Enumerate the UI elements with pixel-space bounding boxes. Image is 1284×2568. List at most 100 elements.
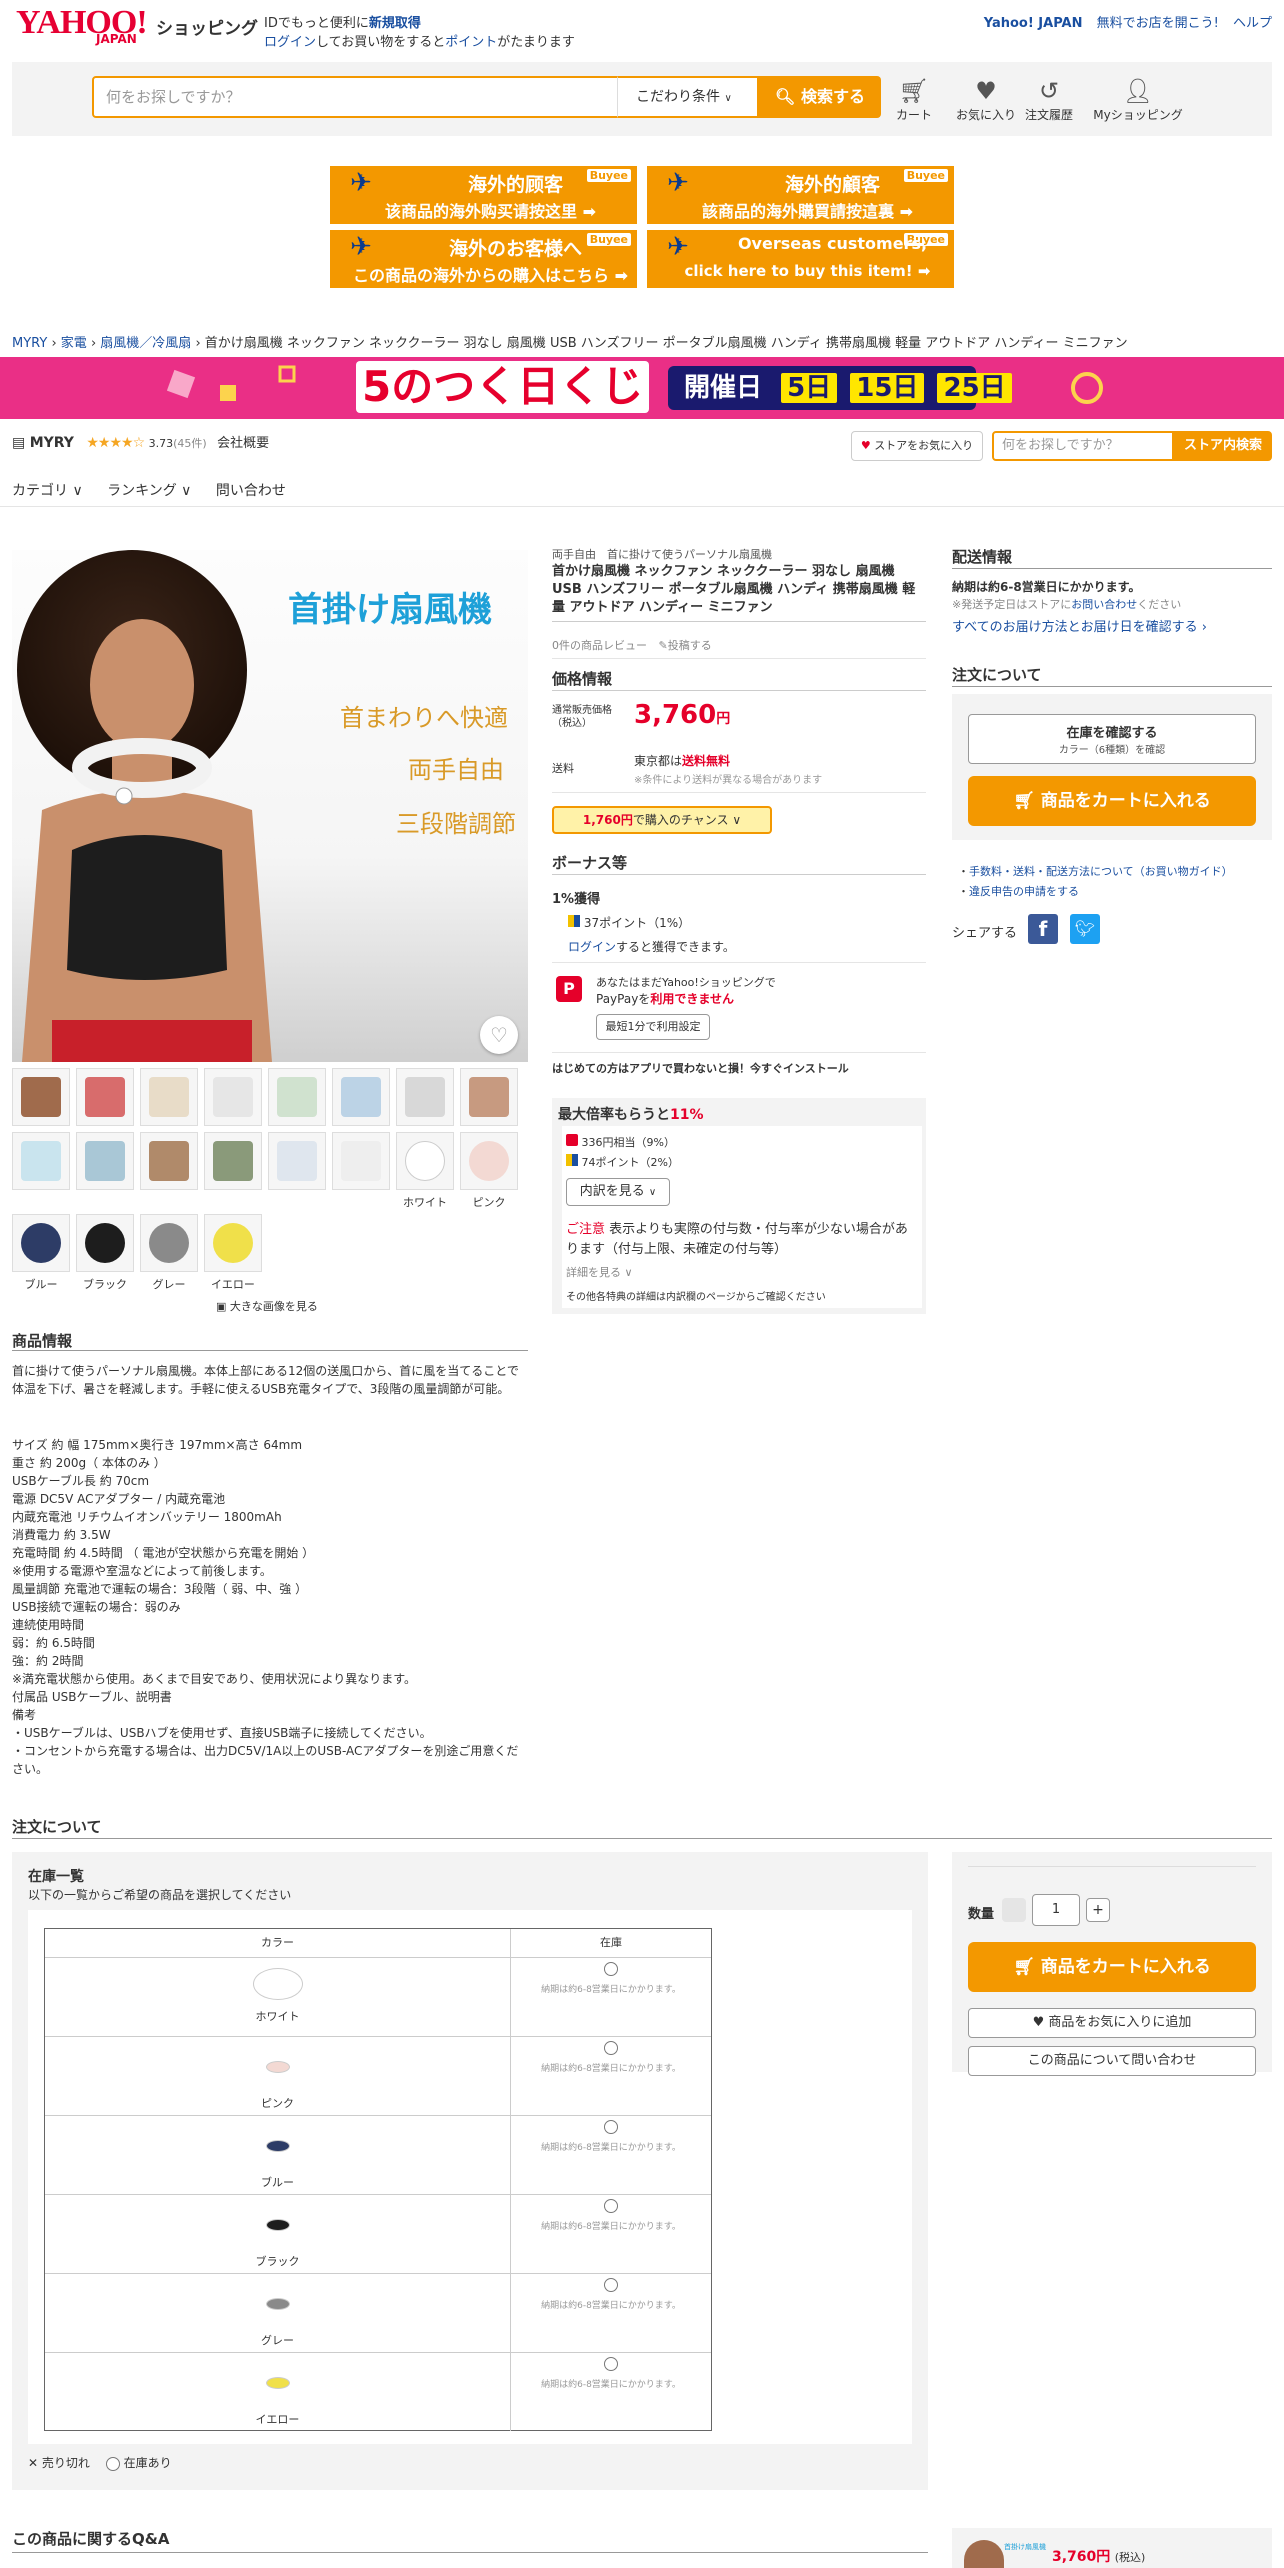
search-button[interactable]: 🔍︎ 検索する (759, 76, 881, 118)
paypay-line-1: あなたはまだYahoo!ショッピングで (596, 976, 776, 989)
variant-thumb-pink[interactable] (460, 1132, 518, 1190)
buyee-banner-4[interactable]: ✈ Buyee Overseas customers, click here to… (647, 230, 954, 288)
stock-row: ホワイト 納期は約6-8営業日にかかります。 (45, 1957, 711, 2036)
inquire-button[interactable]: この商品について問い合わせ (968, 2046, 1256, 2076)
thumbnail[interactable] (12, 1068, 70, 1126)
review-count-link[interactable]: 0件の商品レビュー (552, 639, 647, 652)
store-name[interactable]: MYRY (30, 435, 74, 451)
delivery-contact-link[interactable]: お問い合わせ (1071, 598, 1137, 611)
divider (552, 1052, 926, 1053)
variant-image (265, 2298, 290, 2310)
thumbnail[interactable] (12, 1132, 70, 1190)
store-search-button[interactable]: ストア内検索 (1174, 431, 1272, 461)
spec-line: 備考 (12, 1708, 37, 1722)
variant-thumb-gray[interactable] (140, 1214, 198, 1272)
report-link[interactable]: 違反申告の申請をする (969, 885, 1079, 898)
thumbnail[interactable] (268, 1068, 326, 1126)
airplane-icon: ✈ (350, 232, 372, 262)
yahoo-japan-link[interactable]: Yahoo! JAPAN (984, 16, 1083, 31)
max-pct: 11% (670, 1107, 704, 1123)
favorite-heart-icon[interactable]: ♡ (480, 1016, 518, 1054)
app-notice-link[interactable]: はじめての方はアプリで買わないと損！今すぐインストール (552, 1060, 926, 1076)
search-input[interactable]: 何をお探しですか？ (92, 76, 619, 118)
store-nav-contact[interactable]: 問い合わせ (216, 483, 286, 499)
breadcrumb-item[interactable]: 家電 (61, 336, 87, 351)
thumbnail[interactable] (460, 1068, 518, 1126)
order-history-nav[interactable]: ↺ 注文履歴 (1014, 76, 1084, 123)
signup-link[interactable]: 新規取得 (369, 16, 421, 31)
details-link[interactable]: 詳細を見る ∨ (566, 1264, 633, 1280)
stock-note: 納期は約6-8営業日にかかります。 (541, 2064, 681, 2074)
favorites-nav[interactable]: ♥ お気に入り (951, 76, 1021, 123)
twitter-icon[interactable]: 🐦︎ (1070, 914, 1100, 944)
post-review-link[interactable]: 投稿する (668, 639, 712, 652)
stock-radio[interactable] (604, 2278, 618, 2292)
variant-thumb-black[interactable] (76, 1214, 134, 1272)
paypay-setup-button[interactable]: 最短1分で利用設定 (596, 1014, 710, 1040)
thumbnail[interactable] (204, 1068, 262, 1126)
thumbnail[interactable] (140, 1132, 198, 1190)
thumbnail[interactable] (76, 1132, 134, 1190)
store-nav-category[interactable]: カテゴリ ∨ (12, 483, 83, 499)
company-overview-link[interactable]: 会社概要 (217, 436, 269, 451)
stock-radio[interactable] (604, 2041, 618, 2055)
search-condition-select[interactable]: こだわり条件 ∨ (617, 76, 759, 118)
large-image-link[interactable]: ▣ 大きな画像を見る (216, 1298, 318, 1314)
store-nav-ranking[interactable]: ランキング ∨ (107, 483, 191, 499)
search-button-label: 検索する (800, 87, 865, 106)
order-section-heading: 注文について (12, 1818, 102, 1836)
breakdown-button[interactable]: 内訳を見る ∨ (566, 1178, 670, 1206)
login-link[interactable]: ログイン (264, 35, 316, 50)
stock-radio[interactable] (604, 1962, 618, 1976)
header-msg-text: IDでもっと便利に (264, 16, 369, 31)
help-link[interactable]: ヘルプ (1233, 16, 1272, 31)
kuji-banner[interactable]: 5のつく日くじ 開催日 5日 15日 25日 (0, 357, 1284, 419)
chance-button[interactable]: 1,760円で購入のチャンス ∨ (552, 806, 772, 834)
thumbnail[interactable] (332, 1132, 390, 1190)
check-stock-button[interactable]: 在庫を確認する カラー（6種類）を確認 (968, 714, 1256, 764)
thumbnail[interactable] (204, 1132, 262, 1190)
main-product-image[interactable]: 首掛け扇風機 首まわりへ快適 両手自由 三段階調節 ♡ (12, 550, 528, 1062)
qty-plus-button[interactable]: + (1086, 1898, 1110, 1922)
spec-line: ※満充電状態から使用。あくまで目安であり、使用状況により異なります。 (12, 1672, 417, 1686)
thumbnail[interactable] (268, 1132, 326, 1190)
variant-thumb-blue[interactable] (12, 1214, 70, 1272)
store-favorite-button[interactable]: ♥ ストアをお気に入り (851, 431, 983, 461)
stock-radio[interactable] (604, 2120, 618, 2134)
buyee-banner-1[interactable]: ✈ Buyee 海外的顾客 该商品的海外购买请按这里 ➡ (330, 166, 637, 224)
shopping-guide-link[interactable]: 手数料・送料・配送方法について（お買い物ガイド） (969, 865, 1233, 878)
add-favorite-button[interactable]: ♥ 商品をお気に入りに追加 (968, 2008, 1256, 2038)
variant-thumb-white[interactable] (396, 1132, 454, 1190)
pencil-icon: ✎ (658, 639, 668, 652)
buyee-banner-2[interactable]: ✈ Buyee 海外的顧客 該商品的海外購買請按這裏 ➡ (647, 166, 954, 224)
buyee-banner-3[interactable]: ✈ Buyee 海外のお客様へ この商品の海外からの購入はこちら ➡ (330, 230, 637, 288)
store-review-count[interactable]: 45件 (177, 437, 202, 450)
product-specs: サイズ 約 幅 175mm×奥行き 197mm×高さ 64mm 重さ 約 200g… (12, 1436, 528, 1778)
stock-radio[interactable] (604, 2199, 618, 2213)
breadcrumb-item[interactable]: MYRY (12, 336, 47, 351)
points-link[interactable]: ポイント (445, 35, 497, 50)
open-store-link[interactable]: 無料でお店を開こう! (1097, 16, 1219, 31)
cart-nav[interactable]: 🛒︎ カート (879, 76, 949, 123)
add-to-cart-button-2[interactable]: 🛒︎ 商品をカートに入れる (968, 1942, 1256, 1992)
store-search-input[interactable]: 何をお探しですか？ (992, 431, 1174, 461)
add-to-cart-button[interactable]: 🛒︎ 商品をカートに入れる (968, 776, 1256, 826)
shipping-pre: 東京都は (634, 754, 683, 768)
qty-minus-button[interactable] (1002, 1898, 1026, 1922)
qty-input[interactable]: 1 (1032, 1894, 1080, 1926)
stock-table: カラー 在庫 ホワイト 納期は約6-8営業日にかかります。 ピンク 納期は約6-8営業日に… (44, 1928, 712, 2431)
thumbnail[interactable] (140, 1068, 198, 1126)
thumbnail[interactable] (332, 1068, 390, 1126)
airplane-icon: ✈ (350, 168, 372, 198)
thumbnail[interactable] (76, 1068, 134, 1126)
stock-radio[interactable] (604, 2357, 618, 2371)
facebook-icon[interactable]: f (1028, 914, 1058, 944)
my-shopping-nav[interactable]: 👤︎ Myショッピング (1078, 76, 1198, 123)
max-line-1: 336円相当（9%） (566, 1134, 675, 1150)
breadcrumb-item[interactable]: 扇風機／冷風扇 (100, 336, 191, 351)
thumbnail[interactable] (396, 1068, 454, 1126)
bonus-login-link[interactable]: ログイン (568, 940, 616, 954)
shopping-logo[interactable]: ショッピング (156, 14, 258, 39)
variant-thumb-yellow[interactable] (204, 1214, 262, 1272)
delivery-all-link[interactable]: すべてのお届け方法とお届け日を確認する › (952, 616, 1272, 635)
